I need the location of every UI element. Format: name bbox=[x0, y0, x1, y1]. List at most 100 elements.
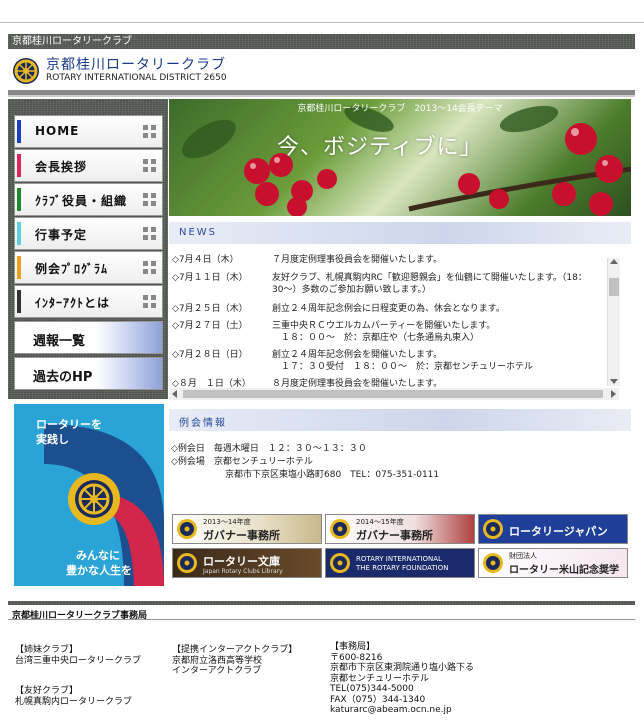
news-text: ８月度定例理事役員会を開催いたします。 bbox=[272, 379, 443, 388]
banner-small-label: ROTARY INTERNATIONAL bbox=[356, 555, 442, 563]
friend-heading: 【友好クラブ】 bbox=[15, 686, 79, 696]
interact-club: インターアクトクラブ bbox=[172, 666, 262, 676]
yoneyama-banner[interactable]: 財団法人 ロータリー米山記念奨学会 bbox=[478, 548, 628, 578]
banner-label: ガバナー事務所 bbox=[356, 529, 433, 542]
nav-interact-button[interactable]: ｲﾝﾀｰｱｸﾄとは bbox=[14, 285, 163, 318]
nav-label: HOME bbox=[35, 124, 80, 138]
nav-officers-button[interactable]: ｸﾗﾌﾞ役員・組織 bbox=[14, 183, 163, 216]
interact-school[interactable]: 京都府立洛西高等学校 bbox=[172, 656, 297, 667]
rotary-library-banner[interactable]: ロータリー文庫 Japan Rotary Clubs Library bbox=[172, 548, 322, 578]
hero-slogan: 今、ボジティブに」 bbox=[277, 135, 483, 160]
nav-label: 週報一覧 bbox=[33, 334, 86, 349]
office-fax: FAX（075）344-1340 bbox=[330, 694, 426, 705]
meeting-place: ◇例会場 京都センチュリーホテル bbox=[171, 457, 313, 467]
news-text: 30～）多数のご参加お願い致します。） bbox=[272, 285, 432, 295]
meeting-heading: 例会情報 bbox=[179, 418, 227, 429]
news-header: NEWS bbox=[169, 221, 631, 244]
banner-label: THE ROTARY FOUNDATION bbox=[356, 564, 449, 572]
banner-label: ロータリー文庫 bbox=[203, 555, 280, 568]
news-vertical-scrollbar[interactable] bbox=[607, 258, 620, 386]
banner-sub-label: Japan Rotary Clubs Library bbox=[203, 568, 283, 575]
rotary-wheel-icon bbox=[483, 553, 503, 573]
office-address: 京都市下京区東洞院通り塩小路下る bbox=[330, 663, 475, 673]
nav-bulletin-button[interactable]: 週報一覧 bbox=[14, 321, 163, 354]
grid-icon bbox=[143, 125, 156, 138]
banner-label: ロータリー米山記念奨学会 bbox=[509, 565, 619, 576]
news-text: 創立２４周年記念例会を開催いたします。 bbox=[272, 350, 443, 360]
rotary-japan-banner[interactable]: ロータリージャパン bbox=[478, 514, 628, 544]
news-text: １８：００～ 於：京都庄や（七条通烏丸東入） bbox=[272, 333, 480, 343]
news-heading: NEWS bbox=[179, 227, 218, 238]
header-divider-light bbox=[8, 95, 635, 97]
footer-sister-club: 【姉妹クラブ】 台湾三重中央ロータリークラブ bbox=[15, 645, 141, 666]
banner-label: ガバナー事務所 bbox=[203, 529, 280, 542]
rotary-banner[interactable]: ロータリーを 実践し みんなに 豊かな人生を bbox=[14, 404, 164, 586]
governor-office-2014-banner[interactable]: 2014～15年度 ガバナー事務所 bbox=[325, 514, 475, 544]
grid-icon bbox=[143, 295, 156, 308]
top-bar-title: 京都桂川ロータリークラブ bbox=[12, 36, 132, 47]
scroll-thumb[interactable] bbox=[609, 278, 619, 296]
news-date: ◇８月 １日（木） bbox=[172, 379, 251, 388]
news-text: 三重中央ＲＣウエルカムパーティーを開催いたします。 bbox=[272, 321, 496, 331]
scroll-thumb[interactable] bbox=[183, 390, 603, 398]
news-date: ◇7月２５日（木） bbox=[172, 304, 248, 314]
nav-label: 過去のHP bbox=[33, 370, 93, 385]
footer-office: 【事務局】 〒600-8216 京都市下京区東洞院通り塩小路下る 京都センチュリ… bbox=[330, 642, 474, 716]
banner-text-2: 実践し bbox=[36, 433, 69, 446]
news-list[interactable]: ◇7月４日（木） ７月度定例理事役員会を開催いたします。 ◇7月１１日（木） 友… bbox=[169, 245, 621, 388]
news-date: ◇7月４日（木） bbox=[172, 255, 239, 265]
banner-text-1: ロータリーを bbox=[36, 418, 102, 431]
interact-heading: 【提携インターアクトクラブ】 bbox=[172, 645, 298, 655]
nav-label: 会長挨拶 bbox=[35, 160, 88, 174]
office-email[interactable]: katurarc@abeam.ocn.ne.jp bbox=[330, 705, 474, 716]
top-bar: 京都桂川ロータリークラブ bbox=[8, 34, 635, 49]
meeting-header: 例会情報 bbox=[169, 408, 631, 431]
office-zip: 〒600-8216 bbox=[330, 652, 383, 663]
footer-rule bbox=[8, 619, 635, 620]
sister-heading: 【姉妹クラブ】 bbox=[15, 645, 79, 655]
hero-image: 京都桂川ロータリークラブ 2013～14会長テーマ 今、ボジティブに」 bbox=[169, 99, 631, 216]
nav-color-bar bbox=[17, 188, 21, 211]
banner-small-label: 2014～15年度 bbox=[356, 518, 404, 526]
nav-label: ｲﾝﾀｰｱｸﾄとは bbox=[35, 296, 111, 310]
news-text: １７：３０受付 １８：００～ 於：京都センチュリーホテル bbox=[272, 362, 534, 372]
nav-label: 例会ﾌﾟﾛｸﾞﾗﾑ bbox=[35, 262, 109, 276]
news-text: ７月度定例理事役員会を開催いたします。 bbox=[272, 255, 443, 265]
nav-schedule-button[interactable]: 行事予定 bbox=[14, 217, 163, 250]
scroll-up-arrow-icon[interactable] bbox=[610, 259, 618, 264]
news-text: 創立２４周年記念例会に日程変更の為、休会となります。 bbox=[272, 304, 505, 314]
nav-home-button[interactable]: HOME bbox=[14, 115, 163, 148]
grid-icon bbox=[143, 193, 156, 206]
left-sidebar: HOME 会長挨拶 ｸﾗﾌﾞ役員・組織 行事予定 例会ﾌﾟﾛｸﾞﾗﾑ ｲﾝﾀｰｱ… bbox=[8, 99, 168, 399]
sister-name[interactable]: 台湾三重中央ロータリークラブ bbox=[15, 656, 141, 667]
grid-icon bbox=[143, 227, 156, 240]
nav-program-button[interactable]: 例会ﾌﾟﾛｸﾞﾗﾑ bbox=[14, 251, 163, 284]
grid-icon bbox=[143, 261, 156, 274]
scroll-down-arrow-icon[interactable] bbox=[610, 379, 618, 384]
news-text: 友好クラブ、札幌真駒内RC「歓迎懇親会」を仙鶴にて開催いたします。（18： bbox=[272, 273, 587, 283]
top-divider bbox=[0, 22, 644, 23]
nav-color-bar bbox=[17, 256, 21, 279]
scroll-left-arrow-icon[interactable] bbox=[172, 390, 177, 398]
nav-color-bar bbox=[17, 120, 21, 143]
rotary-wheel-icon[interactable] bbox=[12, 57, 40, 85]
news-date: ◇7月２７日（土） bbox=[172, 321, 248, 331]
footer-divider bbox=[8, 601, 635, 605]
banner-small-label: 財団法人 bbox=[509, 552, 537, 560]
grid-icon bbox=[143, 159, 156, 172]
news-horizontal-scrollbar[interactable] bbox=[169, 388, 619, 400]
site-title[interactable]: 京都桂川ロータリークラブ bbox=[46, 54, 226, 74]
office-heading: 【事務局】 bbox=[330, 642, 376, 652]
site-subtitle: ROTARY INTERNATIONAL DISTRICT 2650 bbox=[46, 73, 227, 83]
rotary-foundation-banner[interactable]: ROTARY INTERNATIONAL THE ROTARY FOUNDATI… bbox=[325, 548, 475, 578]
rotary-wheel-icon bbox=[177, 553, 197, 573]
scroll-right-arrow-icon[interactable] bbox=[611, 390, 616, 398]
nav-past-hp-button[interactable]: 過去のHP bbox=[14, 357, 163, 390]
rotary-wheel-icon bbox=[483, 519, 503, 539]
rotary-wheel-icon bbox=[330, 519, 350, 539]
friend-name[interactable]: 札幌真駒内ロータリークラブ bbox=[15, 697, 132, 708]
nav-greeting-button[interactable]: 会長挨拶 bbox=[14, 149, 163, 182]
nav-label: ｸﾗﾌﾞ役員・組織 bbox=[35, 194, 128, 208]
banner-label: ロータリージャパン bbox=[509, 525, 608, 538]
governor-office-2013-banner[interactable]: 2013～14年度 ガバナー事務所 bbox=[172, 514, 322, 544]
